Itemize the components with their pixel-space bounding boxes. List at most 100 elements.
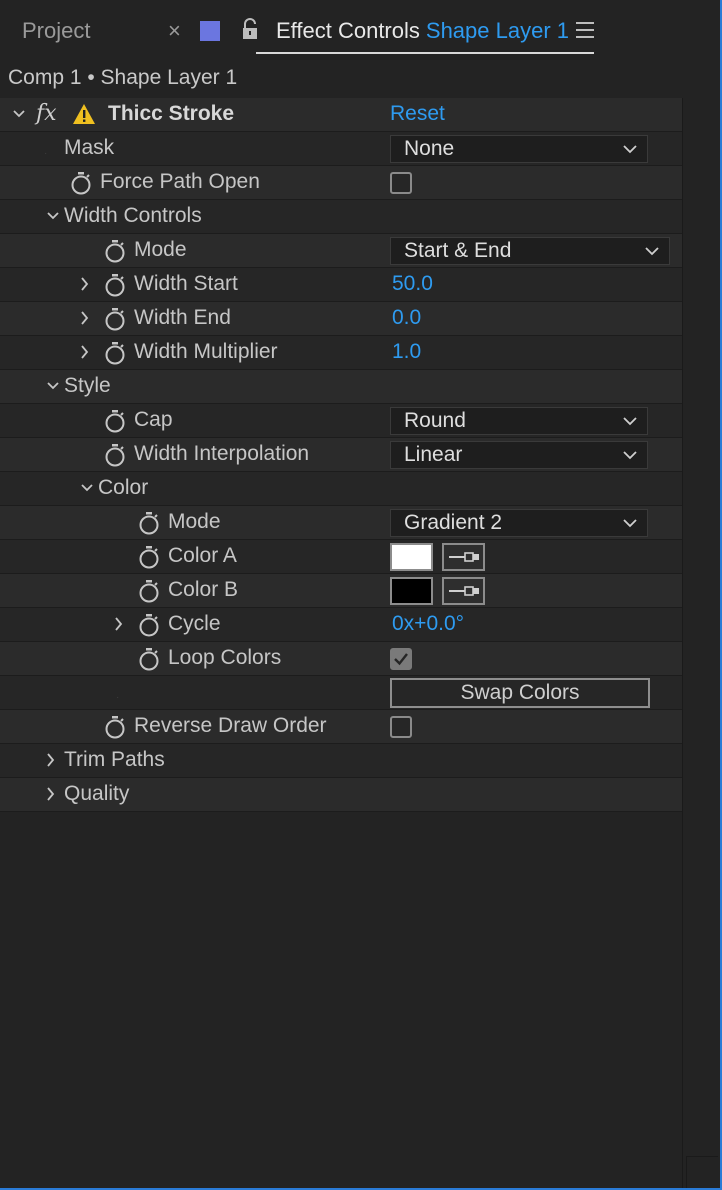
tab-layer-name: Shape Layer 1 xyxy=(425,18,569,43)
stopwatch-icon[interactable] xyxy=(138,545,160,569)
stopwatch-icon[interactable] xyxy=(138,579,160,603)
chevron-down-icon[interactable] xyxy=(46,376,60,396)
chevron-down-icon[interactable] xyxy=(80,478,94,498)
effect-header-row[interactable]: fx Thicc Stroke Reset xyxy=(0,98,682,132)
vertical-scrollbar[interactable] xyxy=(682,98,720,1188)
tab-effect-controls-label: Effect Controls xyxy=(276,18,420,43)
stopwatch-icon[interactable] xyxy=(104,307,126,331)
property-row-cap: Cap Round xyxy=(0,404,682,438)
reverse-draw-order-checkbox[interactable] xyxy=(390,716,412,738)
property-group-style[interactable]: Style xyxy=(0,370,682,404)
property-label: Reverse Draw Order xyxy=(134,714,327,737)
property-label: Color A xyxy=(168,544,237,567)
property-label: Width Start xyxy=(134,272,238,295)
property-row-color-b: Color B xyxy=(0,574,682,608)
eyedropper-icon[interactable] xyxy=(442,577,485,605)
tab-effect-controls[interactable]: Effect Controls Shape Layer 1 xyxy=(276,18,569,44)
property-label: Width Interpolation xyxy=(134,442,310,465)
property-row-width-interpolation: Width Interpolation Linear xyxy=(0,438,682,472)
group-label: Width Controls xyxy=(64,204,202,227)
group-label: Color xyxy=(98,476,149,499)
property-label: Width Multiplier xyxy=(134,340,278,363)
reset-button[interactable]: Reset xyxy=(390,102,445,126)
chevron-down-icon[interactable] xyxy=(12,104,26,124)
mask-dropdown[interactable]: None xyxy=(390,135,648,163)
dropdown-value: Gradient 2 xyxy=(404,511,503,534)
width-mode-dropdown[interactable]: Start & End xyxy=(390,237,670,265)
panel-menu-icon[interactable] xyxy=(576,22,594,38)
property-label: Cycle xyxy=(168,612,221,635)
stopwatch-icon[interactable] xyxy=(138,647,160,671)
stopwatch-icon[interactable] xyxy=(138,613,160,637)
property-label: Mask xyxy=(64,136,115,159)
property-row-width-start: Width Start 50.0 xyxy=(0,268,682,302)
chevron-down-icon xyxy=(645,247,659,256)
property-row-width-multiplier: Width Multiplier 1.0 xyxy=(0,336,682,370)
property-row-color-a: Color A xyxy=(0,540,682,574)
dropdown-value: Linear xyxy=(404,443,463,466)
width-start-value[interactable]: 50.0 xyxy=(392,272,433,296)
stopwatch-icon[interactable] xyxy=(70,171,92,195)
resize-corner[interactable] xyxy=(686,1156,718,1188)
color-b-swatch[interactable] xyxy=(390,577,433,605)
chevron-down-icon xyxy=(623,417,637,426)
property-row-width-mode: Mode Start & End xyxy=(0,234,682,268)
chevron-down-icon xyxy=(623,519,637,528)
group-label: Quality xyxy=(64,782,130,805)
property-group-quality[interactable]: Quality xyxy=(0,778,682,812)
chevron-right-icon[interactable] xyxy=(78,342,92,362)
stopwatch-icon[interactable] xyxy=(104,341,126,365)
property-label: Mode xyxy=(134,238,187,261)
stopwatch-icon[interactable] xyxy=(104,239,126,263)
width-multiplier-value[interactable]: 1.0 xyxy=(392,340,421,364)
breadcrumb: Comp 1 • Shape Layer 1 xyxy=(8,66,238,89)
property-group-color[interactable]: Color xyxy=(0,472,682,506)
active-tab-indicator xyxy=(256,52,594,54)
force-path-open-checkbox[interactable] xyxy=(390,172,412,194)
property-label: Color B xyxy=(168,578,239,601)
swap-colors-button[interactable]: Swap Colors xyxy=(390,678,650,708)
property-row-reverse-draw-order: Reverse Draw Order xyxy=(0,710,682,744)
property-row-width-end: Width End 0.0 xyxy=(0,302,682,336)
property-group-trim-paths[interactable]: Trim Paths xyxy=(0,744,682,778)
chevron-right-icon[interactable] xyxy=(44,784,58,804)
stopwatch-icon[interactable] xyxy=(104,443,126,467)
stopwatch-icon[interactable] xyxy=(138,511,160,535)
width-end-value[interactable]: 0.0 xyxy=(392,306,421,330)
color-mode-dropdown[interactable]: Gradient 2 xyxy=(390,509,648,537)
stopwatch-icon[interactable] xyxy=(104,273,126,297)
eyedropper-icon[interactable] xyxy=(442,543,485,571)
effect-name: Thicc Stroke xyxy=(108,102,235,125)
close-tab-icon[interactable]: × xyxy=(168,18,181,44)
property-label: Loop Colors xyxy=(168,646,282,669)
color-a-swatch[interactable] xyxy=(390,543,433,571)
effect-properties-list: fx Thicc Stroke Reset · Mask None Force … xyxy=(0,98,682,812)
property-label: Force Path Open xyxy=(100,170,260,193)
group-label: Trim Paths xyxy=(64,748,165,771)
property-row-force-path-open: Force Path Open xyxy=(0,166,682,200)
dropdown-value: None xyxy=(404,137,455,160)
panel-tab-bar: Project × Effect Controls Shape Layer 1 xyxy=(0,0,720,64)
stopwatch-icon[interactable] xyxy=(104,715,126,739)
property-label: Cap xyxy=(134,408,173,431)
checkmark-icon xyxy=(394,653,408,666)
fx-icon[interactable]: fx xyxy=(36,101,57,126)
tab-project[interactable]: Project xyxy=(22,18,90,44)
property-label: Mode xyxy=(168,510,221,533)
chevron-right-icon[interactable] xyxy=(78,308,92,328)
property-group-width-controls[interactable]: Width Controls xyxy=(0,200,682,234)
stopwatch-icon[interactable] xyxy=(104,409,126,433)
chevron-down-icon xyxy=(623,451,637,460)
unlock-icon[interactable] xyxy=(241,18,259,40)
width-interpolation-dropdown[interactable]: Linear xyxy=(390,441,648,469)
layer-color-swatch[interactable] xyxy=(200,21,220,41)
dropdown-value: Start & End xyxy=(404,239,512,262)
loop-colors-checkbox[interactable] xyxy=(390,648,412,670)
chevron-right-icon[interactable] xyxy=(112,614,126,634)
chevron-right-icon[interactable] xyxy=(78,274,92,294)
cap-dropdown[interactable]: Round xyxy=(390,407,648,435)
property-label: Width End xyxy=(134,306,231,329)
chevron-down-icon[interactable] xyxy=(46,206,60,226)
chevron-right-icon[interactable] xyxy=(44,750,58,770)
cycle-value[interactable]: 0x+0.0° xyxy=(392,612,464,636)
